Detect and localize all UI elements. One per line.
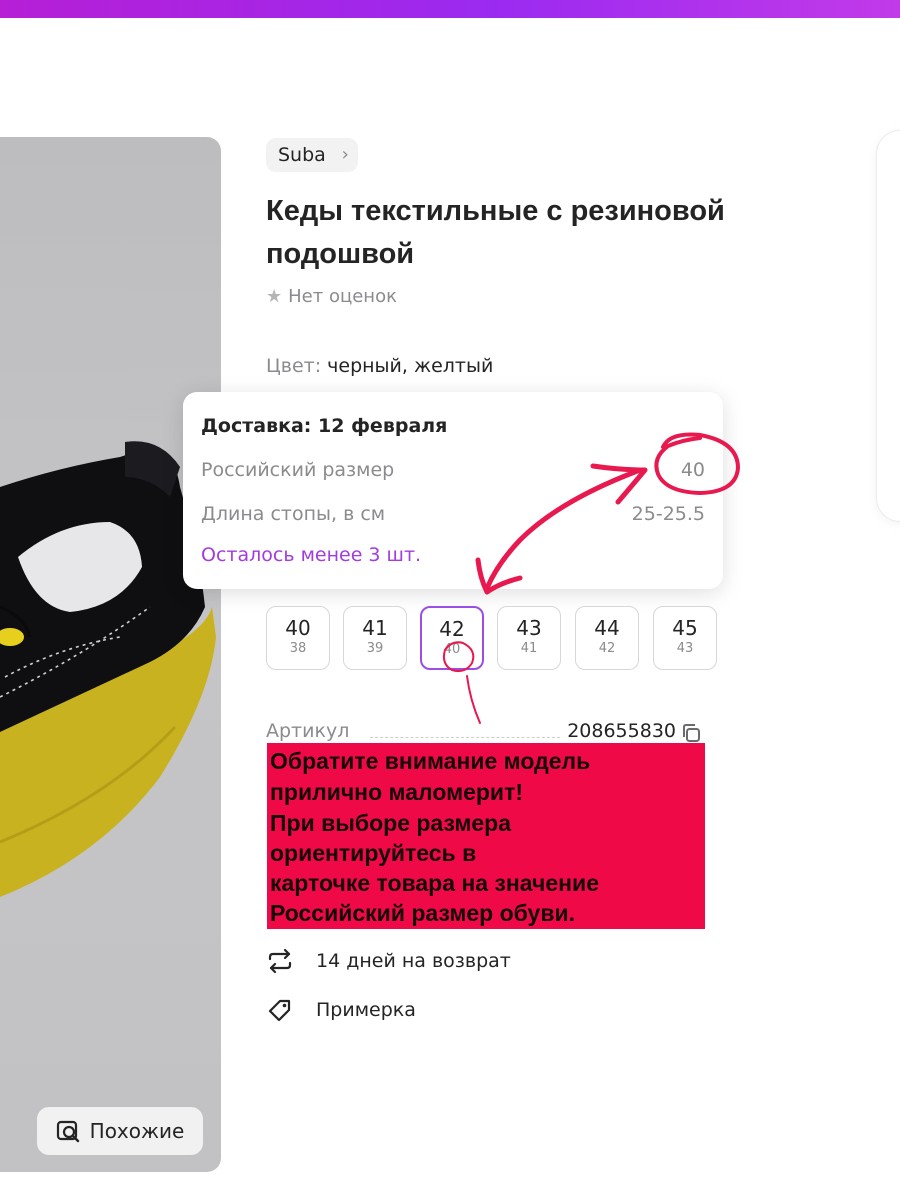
rating[interactable]: ★ Нет оценок <box>266 286 397 307</box>
product-title-line-1: Кеды текстильные с резиновой <box>266 195 725 227</box>
size-ru-value: 40 <box>443 642 461 657</box>
size-option[interactable]: 41 39 <box>343 606 407 670</box>
side-panel-card <box>876 130 900 522</box>
brand-link[interactable]: Suba › <box>266 138 358 172</box>
notice-line: Обратите внимание модель <box>270 748 591 774</box>
product-title-line-2: подошвой <box>266 238 415 270</box>
ru-size-label: Российский размер <box>201 459 395 481</box>
size-value: 43 <box>516 616 542 640</box>
color-value: черный, желтый <box>327 355 494 377</box>
ru-size-value: 40 <box>680 459 705 481</box>
size-option[interactable]: 44 42 <box>575 606 639 670</box>
search-image-icon <box>56 1120 79 1143</box>
size-option[interactable]: 43 41 <box>497 606 561 670</box>
fitting-feature[interactable]: Примерка <box>266 996 416 1024</box>
returns-feature[interactable]: 14 дней на возврат <box>266 947 511 975</box>
annotation-pointer <box>466 675 481 724</box>
dotted-leader <box>370 737 560 738</box>
delivery-date: Доставка: 12 февраля <box>201 415 448 437</box>
top-gradient-bar <box>0 0 900 18</box>
size-ru-value: 42 <box>598 641 616 656</box>
size-ru-value: 39 <box>366 641 384 656</box>
size-warning-notice: Обратите внимание модель прилично маломе… <box>267 743 705 929</box>
return-arrows-icon <box>268 948 292 974</box>
color-info: Цвет: черный, желтый <box>266 355 493 377</box>
size-option[interactable]: 45 43 <box>653 606 717 670</box>
size-value: 42 <box>439 617 465 641</box>
similar-button-label: Похожие <box>89 1119 185 1143</box>
foot-length-value: 25-25.5 <box>631 503 705 525</box>
size-ru-value: 41 <box>520 641 538 656</box>
size-ru-value: 38 <box>289 641 307 656</box>
notice-line: карточке товара на значение <box>270 870 599 896</box>
article-label: Артикул <box>266 720 350 742</box>
notice-line: ориентируйтесь в <box>270 840 477 866</box>
size-value: 44 <box>594 616 620 640</box>
size-option-selected[interactable]: 42 40 <box>420 606 484 670</box>
size-value: 40 <box>285 616 311 640</box>
size-ru-value: 43 <box>676 641 694 656</box>
product-title: Кеды текстильные с резиновой подошвой <box>266 190 786 276</box>
notice-line: При выборе размера <box>270 810 512 836</box>
notice-line: прилично маломерит! <box>270 779 523 805</box>
color-label: Цвет: <box>266 355 322 377</box>
returns-label: 14 дней на возврат <box>316 950 511 972</box>
size-value: 45 <box>672 616 698 640</box>
star-icon: ★ <box>266 286 283 307</box>
foot-length-row: Длина стопы, в см 25-25.5 <box>201 503 705 525</box>
rating-text: Нет оценок <box>288 286 397 307</box>
article-row: Артикул 208655830 <box>266 718 706 746</box>
tag-icon <box>268 999 291 1022</box>
article-number: 208655830 <box>567 720 676 742</box>
size-tooltip: Доставка: 12 февраля Российский размер 4… <box>183 392 723 589</box>
size-option[interactable]: 40 38 <box>266 606 330 670</box>
ru-size-row: Российский размер 40 <box>201 459 705 481</box>
foot-length-label: Длина стопы, в см <box>201 503 386 525</box>
chevron-right-icon: › <box>341 144 349 165</box>
sneaker-image <box>0 441 216 897</box>
notice-line: Российский размер обуви. <box>270 900 575 926</box>
size-value: 41 <box>362 616 388 640</box>
copy-icon[interactable] <box>680 722 702 744</box>
brand-label: Suba <box>278 144 326 166</box>
similar-button[interactable]: Похожие <box>37 1107 203 1155</box>
fitting-label: Примерка <box>316 999 416 1021</box>
stock-note: Осталось менее 3 шт. <box>201 544 422 566</box>
product-photo[interactable]: Похожие <box>0 137 221 1172</box>
